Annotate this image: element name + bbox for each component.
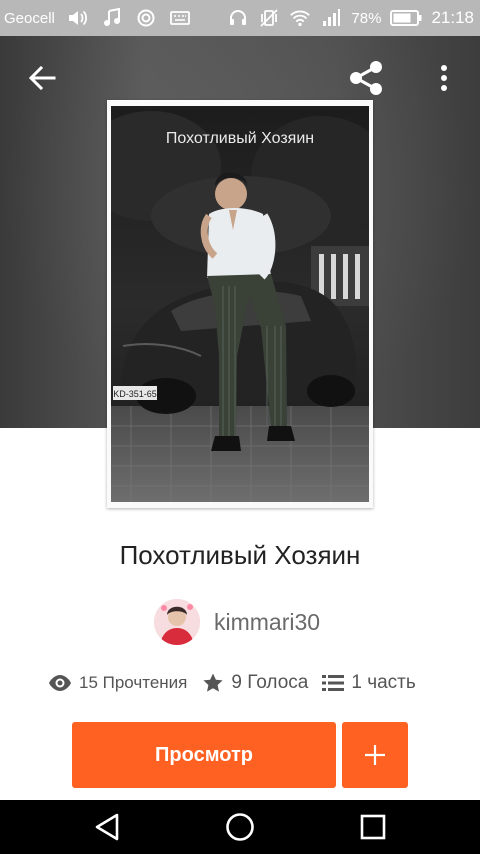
story-title: Похотливый Хозяин <box>119 540 361 570</box>
home-circle-icon <box>226 813 254 841</box>
star-icon <box>203 673 223 692</box>
reads-label: 15 Прочтения <box>79 673 188 692</box>
more-options-button[interactable] <box>428 58 460 98</box>
vibrate-icon <box>258 8 280 28</box>
cover-plate: KD-351-65 <box>113 389 157 399</box>
parts-label: 1 часть <box>351 672 416 693</box>
list-icon <box>322 675 345 691</box>
keyboard-icon <box>169 8 191 28</box>
plus-icon <box>365 745 385 765</box>
share-button[interactable] <box>343 56 389 100</box>
votes-stat: 9 Голоса <box>202 672 308 694</box>
wifi-icon <box>289 8 311 28</box>
carrier-label: Geocell <box>4 9 55 27</box>
arrow-left-icon <box>28 65 56 91</box>
author-name[interactable]: kimmari30 <box>214 609 320 636</box>
status-bar: Geocell 78% 21:18 <box>0 0 480 36</box>
nav-home-button[interactable] <box>210 800 270 854</box>
book-cover[interactable]: KD-351-65 Похотливый Хозяин <box>107 100 373 508</box>
cover-image: KD-351-65 Похотливый Хозяин <box>111 106 369 502</box>
clock: 21:18 <box>431 8 474 27</box>
cover-title: Похотливый Хозяин <box>165 130 315 147</box>
back-triangle-icon <box>95 813 119 841</box>
share-icon <box>350 61 382 95</box>
read-button[interactable]: Просмотр <box>72 722 336 788</box>
nav-back-button[interactable] <box>77 800 137 854</box>
more-vertical-icon <box>441 65 447 91</box>
sync-icon <box>135 8 157 28</box>
reads-stat: 15 Прочтения <box>48 673 187 693</box>
read-button-label: Просмотр <box>155 743 253 766</box>
author-row[interactable]: kimmari30 <box>154 599 320 645</box>
recents-square-icon <box>360 814 386 840</box>
battery-percent: 78% <box>351 9 382 27</box>
stats-row: 15 Прочтения 9 Голоса 1 часть <box>48 672 416 694</box>
nav-recents-button[interactable] <box>343 800 403 854</box>
music-icon <box>101 8 123 28</box>
volume-icon <box>67 8 89 28</box>
battery-icon <box>390 8 422 28</box>
avatar[interactable] <box>154 599 200 645</box>
back-button[interactable] <box>22 58 62 98</box>
navigation-bar <box>0 800 480 854</box>
parts-stat: 1 часть <box>322 672 416 694</box>
add-to-library-button[interactable] <box>342 722 408 788</box>
headset-icon <box>227 8 249 28</box>
votes-label: 9 Голоса <box>231 672 309 693</box>
signal-icon <box>320 8 342 28</box>
eye-icon <box>49 675 71 691</box>
